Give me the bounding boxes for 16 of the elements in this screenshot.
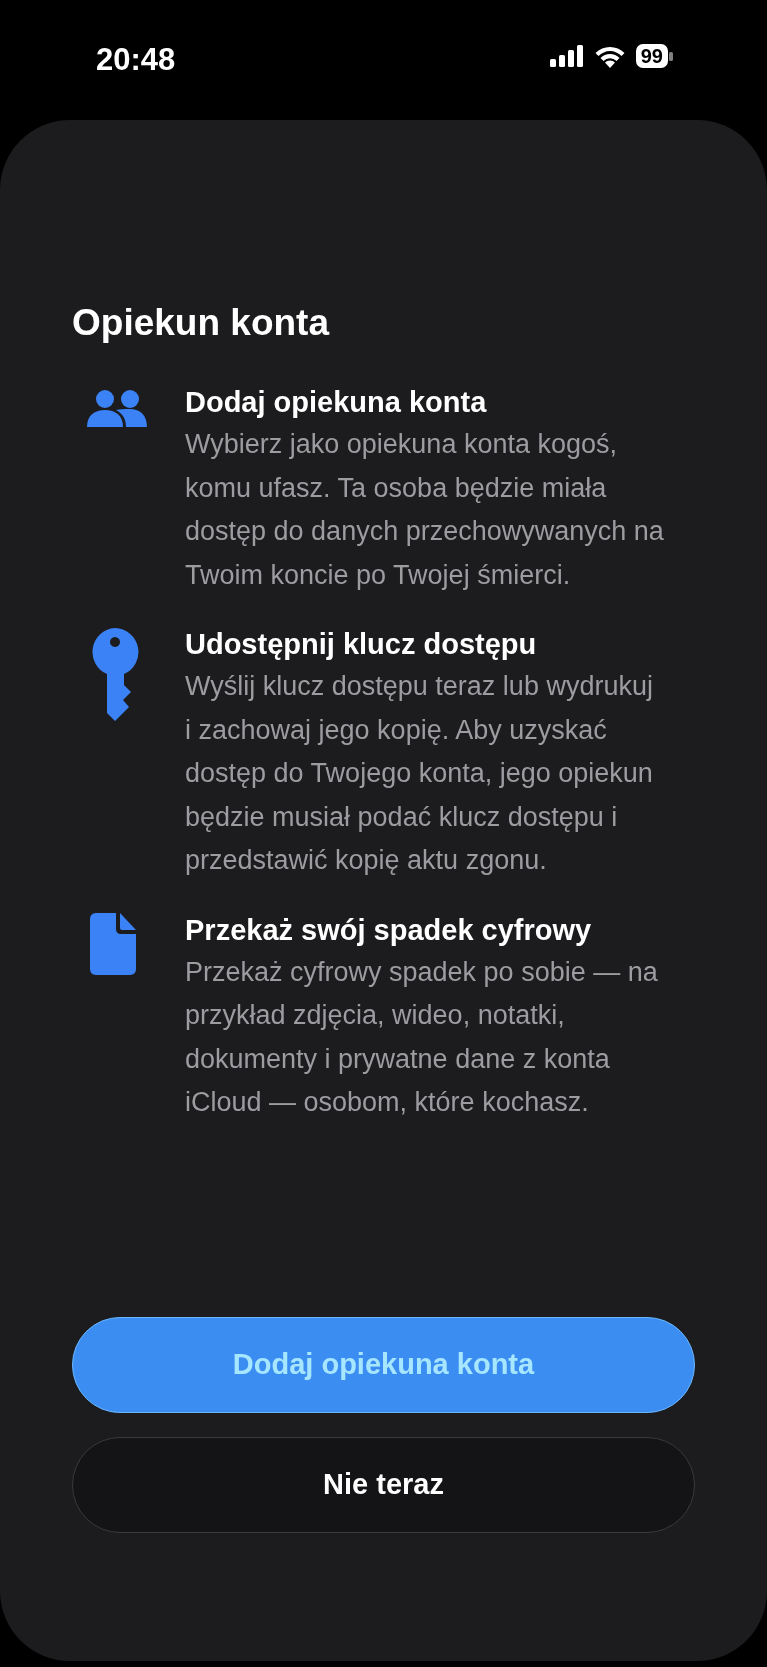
feature-heading: Przekaż swój spadek cyfrowy <box>185 912 593 948</box>
key-icon <box>90 627 140 724</box>
feature-heading: Udostępnij klucz dostępu <box>185 627 538 663</box>
not-now-button[interactable]: Nie teraz <box>72 1437 695 1533</box>
sheet-title: Opiekun konta <box>72 301 331 345</box>
feature-heading: Dodaj opiekuna konta <box>185 385 488 421</box>
battery-tip-icon <box>669 51 673 61</box>
document-icon <box>90 912 136 975</box>
people-icon <box>86 389 148 430</box>
feature-description: Wybierz jako opiekuna konta kogoś, komu ufasz. Ta osoba będzie miała dostęp do danych przechowywanych na Twoim koncie po Twojej śmierci. <box>185 428 665 592</box>
battery-level: 99 <box>635 44 668 68</box>
signal-icon <box>549 45 584 67</box>
feature-description: Wyślij klucz dostępu teraz lub wydrukuj i zachowaj jego kopię. Aby uzyskać dostęp do Twojego konta, jego opiekun będzie musiał podać klucz dostępu i przedstawić kopię aktu zgonu. <box>185 670 654 878</box>
wifi-icon <box>593 44 626 68</box>
feature-description: Przekaż cyfrowy spadek po sobie — na przykład zdjęcia, wideo, notatki, dokumenty i prywatne dane z konta iCloud — osobom, które kochasz. <box>185 955 659 1120</box>
status-time: 20:48 <box>96 44 176 75</box>
